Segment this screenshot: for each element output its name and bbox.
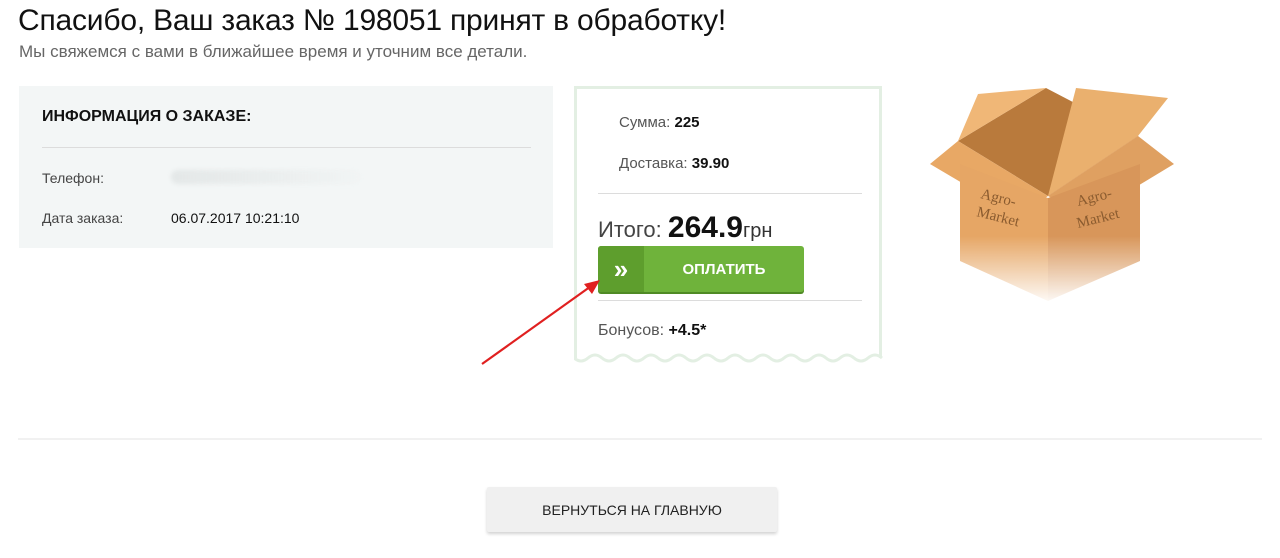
order-date-label: Дата заказа: [42,210,124,226]
total-value: 264.9 [667,211,743,244]
sum-label: Сумма: [619,114,671,131]
bonus-label: Бонусов: [598,322,665,339]
order-info-panel: ИНФОРМАЦИЯ О ЗАКАЗЕ: Телефон: Дата заказ… [19,86,553,248]
divider [598,193,862,194]
divider [42,147,531,148]
page-title: Спасибо, Ваш заказ № 198051 принят в обр… [18,4,727,37]
sum-value: 225 [674,114,700,131]
red-arrow-annotation [481,280,600,365]
card-zigzag-edge [574,353,883,363]
page-subtitle: Мы свяжемся с вами в ближайшее время и у… [19,42,528,61]
order-date-value: 06.07.2017 10:21:10 [171,210,300,226]
delivery-value: 39.90 [691,155,730,172]
pay-button[interactable]: » ОПЛАТИТЬ [598,246,804,292]
sum-row: Сумма: 225 [619,114,700,131]
delivery-label: Доставка: [619,155,688,172]
return-home-button[interactable]: ВЕРНУТЬСЯ НА ГЛАВНУЮ [487,487,777,532]
order-summary-card: Сумма: 225 Доставка: 39.90 Итого: 264.9г… [574,86,882,358]
total-row: Итого: 264.9грн [598,211,772,245]
section-divider [18,438,1262,440]
bonus-value: +4.5* [668,322,707,339]
pay-button-label: ОПЛАТИТЬ [682,260,766,278]
phone-value-redacted [171,170,361,184]
order-info-heading: ИНФОРМАЦИЯ О ЗАКАЗЕ: [42,108,252,125]
phone-label: Телефон: [42,170,104,186]
divider [598,300,862,301]
cardboard-box-icon: Agro- Market Agro- Market [928,88,1178,306]
currency: грн [742,220,773,242]
bonus-row: Бонусов: +4.5* [598,322,706,340]
delivery-row: Доставка: 39.90 [619,155,729,172]
total-label: Итого: [598,217,662,242]
